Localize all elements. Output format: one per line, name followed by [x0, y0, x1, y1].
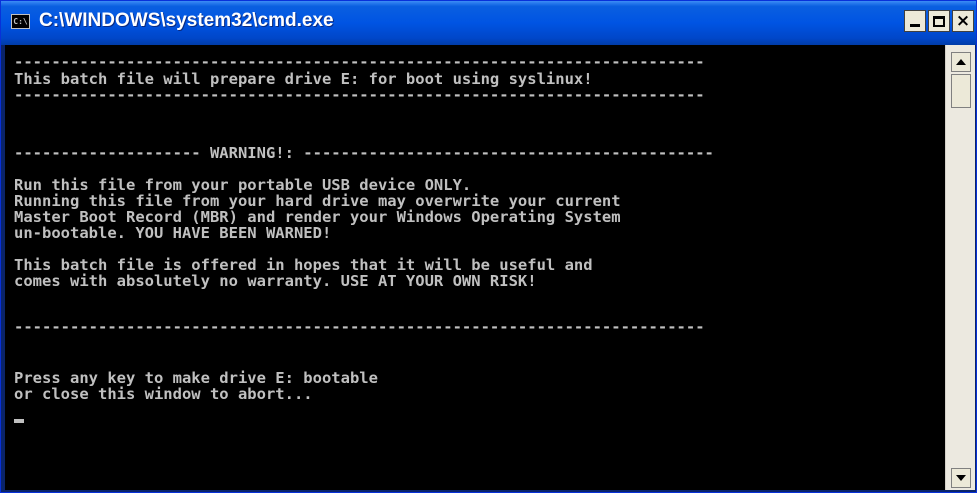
console-line: comes with absolutely no warranty. USE A… [14, 272, 537, 290]
console-line: ----------------------------------------… [14, 53, 705, 71]
minimize-button[interactable] [904, 10, 926, 32]
text-cursor [14, 419, 24, 423]
maximize-icon [933, 15, 945, 27]
scroll-thumb[interactable] [951, 74, 971, 108]
minimize-icon [910, 24, 920, 27]
console-line: This batch file is offered in hopes that… [14, 256, 593, 274]
console-line: Run this file from your portable USB dev… [14, 176, 472, 194]
console-line: This batch file will prepare drive E: fo… [14, 70, 593, 88]
vertical-scrollbar[interactable] [945, 45, 975, 490]
title-bar[interactable]: C:\ C:\WINDOWS\system32\cmd.exe × [1, 1, 976, 45]
console-line: un-bootable. YOU HAVE BEEN WARNED! [14, 224, 332, 242]
console-line: Press any key to make drive E: bootable [14, 369, 378, 387]
console-line: Running this file from your hard drive m… [14, 192, 621, 210]
console-line: ----------------------------------------… [14, 318, 705, 336]
console-icon[interactable]: C:\ [11, 14, 30, 29]
console-line: or close this window to abort... [14, 385, 313, 403]
maximize-button[interactable] [928, 10, 950, 32]
scroll-up-button[interactable] [951, 52, 971, 72]
cmd-window: C:\ C:\WINDOWS\system32\cmd.exe × ------… [0, 0, 977, 493]
close-icon: × [955, 10, 971, 31]
up-arrow-icon [956, 59, 966, 65]
down-arrow-icon [956, 475, 966, 481]
window-title: C:\WINDOWS\system32\cmd.exe [39, 10, 334, 31]
console-output[interactable]: ----------------------------------------… [5, 45, 945, 490]
close-button[interactable]: × [952, 10, 974, 32]
scroll-down-button[interactable] [951, 468, 971, 488]
console-line: -------------------- WARNING!: ---------… [14, 144, 714, 162]
console-line: Master Boot Record (MBR) and render your… [14, 208, 621, 226]
console-line: ----------------------------------------… [14, 86, 705, 104]
